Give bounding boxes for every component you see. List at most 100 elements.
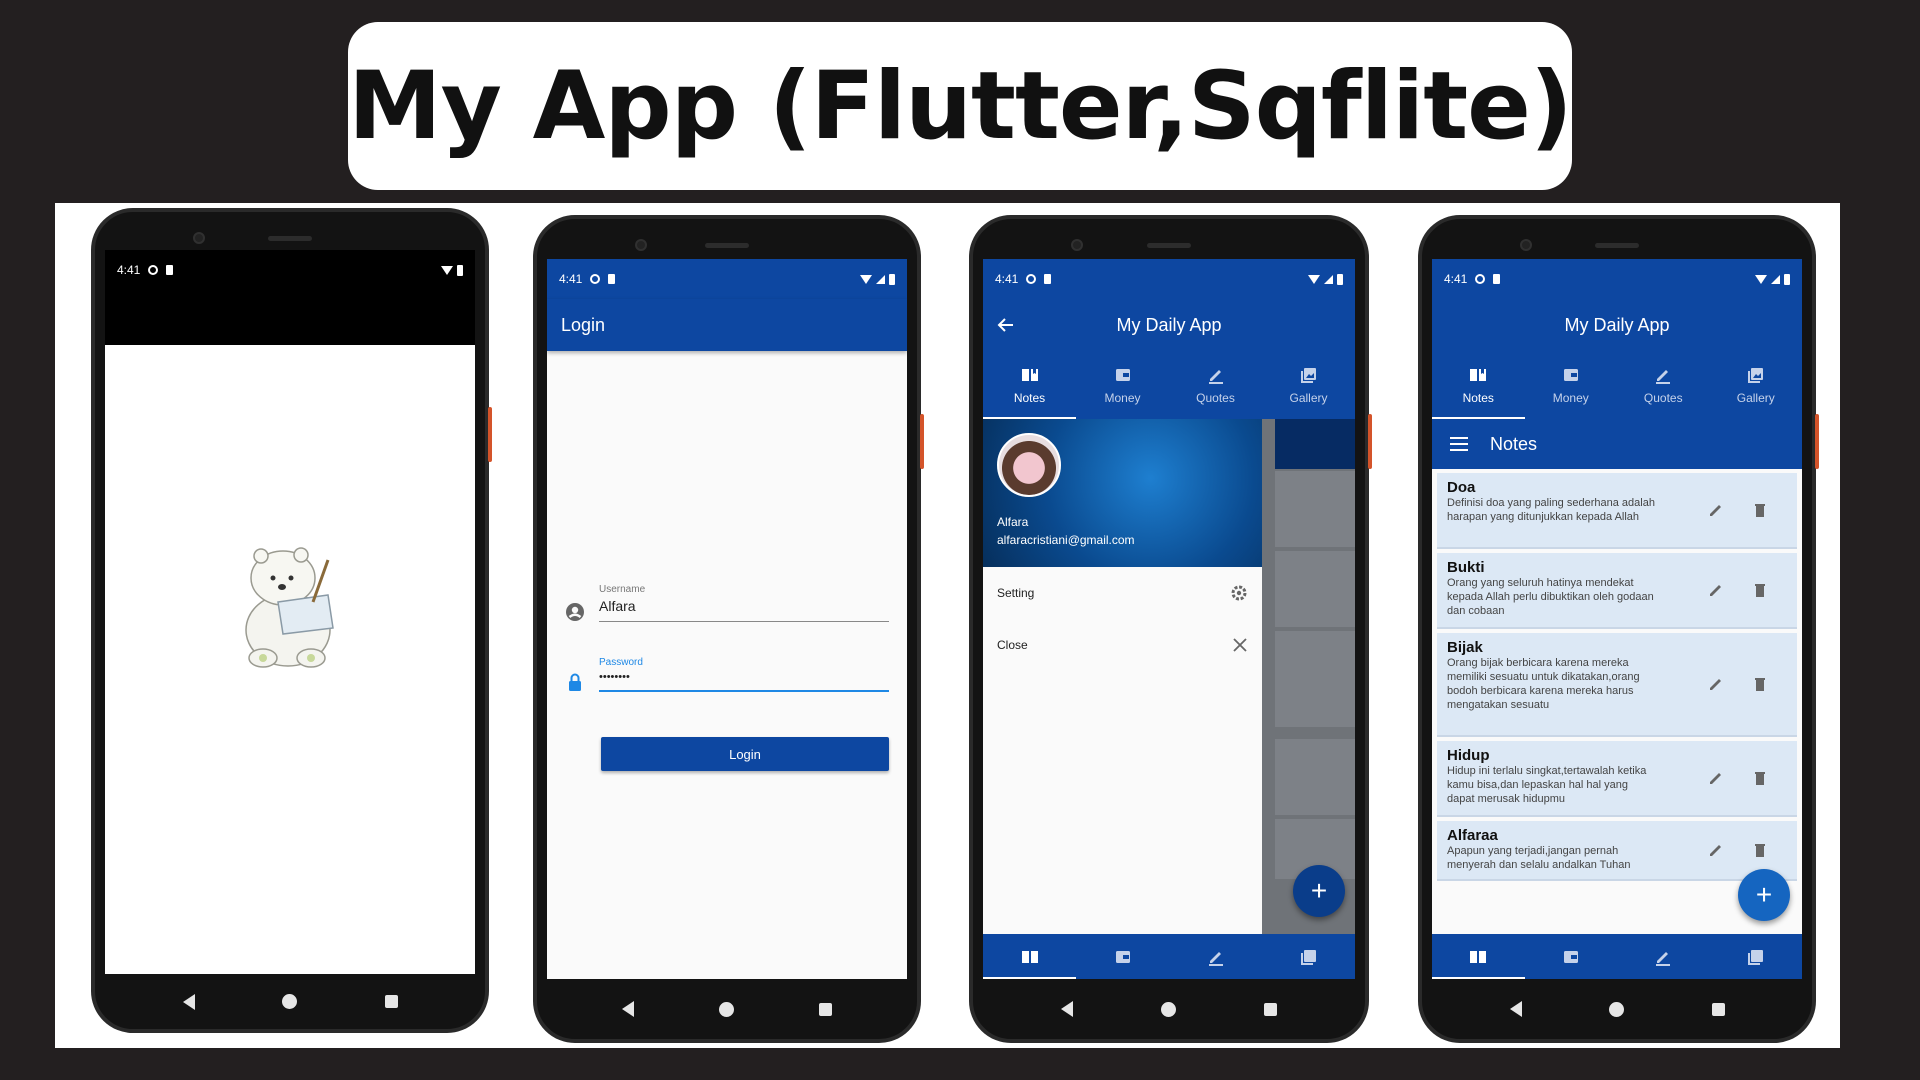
note-body: Orang yang seluruh hatinya mendekat kepa… (1447, 577, 1654, 617)
avatar (997, 433, 1061, 497)
book-icon (1470, 950, 1487, 963)
nav-recent-icon[interactable] (819, 1002, 832, 1016)
status-time: 4:41 (559, 272, 583, 286)
tab-gallery[interactable]: Gallery (1710, 351, 1803, 419)
nav-home-icon[interactable] (282, 994, 297, 1009)
delete-icon[interactable] (1751, 769, 1769, 787)
tab-notes[interactable]: Notes (1432, 351, 1525, 419)
nav-home-icon[interactable] (719, 1001, 734, 1017)
earpiece (1595, 243, 1639, 248)
camera (1071, 239, 1083, 251)
status-bar: 4:41 (983, 259, 1355, 299)
login-button-label: Login (729, 746, 761, 762)
bottom-tab-notes[interactable] (1432, 934, 1525, 979)
splash-screen: 4:41 (105, 250, 475, 974)
wallet-icon (1115, 369, 1130, 381)
drawer-user-email: alfaracristiani@gmail.com (997, 533, 1135, 547)
side-button (488, 407, 492, 462)
edit-icon[interactable] (1707, 675, 1725, 693)
note-body: Hidup ini terlalu singkat,tertawalah ket… (1447, 765, 1647, 805)
username-field[interactable]: Username Alfara (599, 584, 889, 622)
wifi-icon (441, 265, 453, 275)
nav-back-icon[interactable] (622, 1001, 634, 1017)
edit-icon[interactable] (1707, 841, 1725, 859)
top-tab-bar: Notes Money Quotes Gallery (1432, 351, 1802, 419)
back-arrow-icon[interactable] (997, 316, 1015, 334)
note-item[interactable]: Bukti Orang yang seluruh hatinya mendeka… (1437, 553, 1797, 629)
note-body: Definisi doa yang paling sederhana adala… (1447, 497, 1655, 523)
appbar-title: Login (561, 314, 606, 335)
app-bar: My Daily App (1432, 299, 1802, 351)
tab-money[interactable]: Money (1076, 351, 1169, 419)
username-label: Username (599, 584, 646, 595)
delete-icon[interactable] (1751, 675, 1769, 693)
note-item[interactable]: Hidup Hidup ini terlalu singkat,tertawal… (1437, 741, 1797, 817)
tab-notes[interactable]: Notes (983, 351, 1076, 419)
gallery-icon (1300, 949, 1316, 965)
tab-quotes[interactable]: Quotes (1617, 351, 1710, 419)
note-title: Hidup (1447, 747, 1490, 764)
settings-status-icon (1475, 274, 1486, 284)
delete-icon[interactable] (1751, 581, 1769, 599)
menu-icon[interactable] (1450, 437, 1468, 451)
login-button[interactable]: Login (601, 737, 889, 771)
drawer-user-name: Alfara (997, 515, 1029, 529)
status-bar-extension (105, 290, 475, 345)
bottom-tab-gallery[interactable] (1710, 934, 1803, 979)
nav-home-icon[interactable] (1161, 1001, 1176, 1017)
nav-recent-icon[interactable] (1264, 1002, 1277, 1016)
add-note-fab[interactable]: + (1738, 869, 1790, 921)
earpiece (705, 243, 749, 248)
bottom-tab-notes[interactable] (983, 934, 1076, 979)
gallery-icon (1747, 368, 1763, 383)
gear-icon (1231, 585, 1247, 601)
wifi-icon (1308, 274, 1320, 284)
note-item[interactable]: Alfaraa Apapun yang terjadi,jangan perna… (1437, 821, 1797, 881)
battery-icon (1337, 273, 1343, 285)
password-field[interactable]: Password •••••••• (599, 657, 889, 692)
status-time: 4:41 (117, 263, 141, 277)
nav-back-icon[interactable] (1061, 1001, 1073, 1017)
camera (1520, 239, 1532, 251)
phone-splash: 4:41 (91, 208, 492, 1033)
nav-home-icon[interactable] (1609, 1001, 1624, 1017)
tab-gallery[interactable]: Gallery (1262, 351, 1355, 419)
delete-icon[interactable] (1751, 501, 1769, 519)
edit-icon[interactable] (1707, 581, 1725, 599)
nav-recent-icon[interactable] (1711, 1002, 1725, 1016)
system-navbar (973, 979, 1365, 1039)
system-navbar (537, 979, 917, 1039)
edit-icon[interactable] (1707, 769, 1725, 787)
drawer-item-close[interactable]: Close (983, 619, 1262, 671)
drawer-screen: 4:41 My Daily App Notes Money Quotes Gal… (983, 259, 1355, 979)
wifi-icon (860, 274, 872, 284)
status-time: 4:41 (1444, 272, 1468, 286)
close-icon (1233, 638, 1247, 652)
phone-drawer: 4:41 My Daily App Notes Money Quotes Gal… (969, 215, 1372, 1043)
drawer-item-setting[interactable]: Setting (983, 567, 1262, 619)
add-note-fab[interactable]: + (1293, 865, 1345, 917)
bottom-tab-money[interactable] (1076, 934, 1169, 979)
bottom-tab-gallery[interactable] (1262, 934, 1355, 979)
signal-icon (1324, 274, 1333, 284)
navigation-drawer: Alfara alfaracristiani@gmail.com Setting… (983, 419, 1262, 934)
nav-back-icon[interactable] (1509, 1001, 1522, 1017)
edit-icon[interactable] (1707, 501, 1725, 519)
note-item[interactable]: Bijak Orang bijak berbicara karena merek… (1437, 633, 1797, 737)
delete-icon[interactable] (1751, 841, 1769, 859)
nav-back-icon[interactable] (182, 993, 195, 1010)
bottom-tab-money[interactable] (1525, 934, 1618, 979)
bottom-tab-quotes[interactable] (1169, 934, 1262, 979)
sd-card-icon (608, 274, 616, 284)
camera (193, 232, 205, 244)
tab-label: Quotes (1196, 391, 1235, 405)
bottom-tab-quotes[interactable] (1617, 934, 1710, 979)
title-banner: My App (Flutter,Sqflite) (348, 22, 1573, 190)
tab-money[interactable]: Money (1525, 351, 1618, 419)
tab-label: Notes (1462, 391, 1494, 405)
tab-quotes[interactable]: Quotes (1169, 351, 1262, 419)
pen-icon (1208, 370, 1223, 384)
nav-recent-icon[interactable] (384, 995, 398, 1008)
note-item[interactable]: Doa Definisi doa yang paling sederhana a… (1437, 473, 1797, 549)
username-value: Alfara (599, 598, 636, 614)
